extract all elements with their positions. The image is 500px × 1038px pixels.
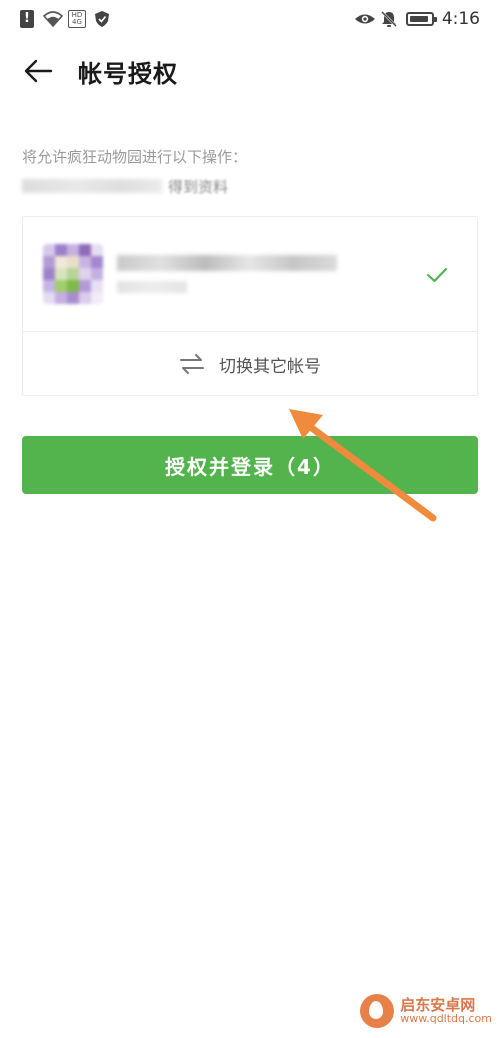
permission-item: 得到资料 <box>22 174 228 198</box>
account-card: 切换其它帐号 <box>22 216 478 396</box>
switch-account-button[interactable]: 切换其它帐号 <box>23 332 477 396</box>
switch-account-label: 切换其它帐号 <box>219 356 321 377</box>
watermark-url: www.qdltdq.com <box>400 1012 492 1026</box>
arrow-left-icon <box>24 59 53 83</box>
shield-icon <box>94 10 112 28</box>
check-icon <box>426 267 448 283</box>
watermark-text: 启东安卓网 www.qdltdq.com <box>400 997 492 1026</box>
hd-box-icon: HD 4G <box>68 10 86 28</box>
permission-intro: 将允许疯狂动物园进行以下操作： <box>22 148 248 166</box>
redacted-text <box>22 179 162 193</box>
redacted-account-name <box>117 255 337 271</box>
status-left-icons: HD4G <box>20 10 112 28</box>
status-bar: HD4G 4:16 <box>0 0 500 38</box>
back-button[interactable] <box>22 55 54 87</box>
authorize-login-button[interactable]: 授权并登录（4） <box>22 436 478 494</box>
status-right-icons: 4:16 <box>354 9 480 29</box>
redacted-account-detail <box>117 281 187 293</box>
alert-icon <box>20 10 34 28</box>
watermark-logo-icon <box>360 994 395 1028</box>
page-title: 帐号授权 <box>78 59 178 88</box>
avatar <box>43 244 103 304</box>
permission-item-text: 得到资料 <box>168 177 229 196</box>
status-time: 4:16 <box>441 9 480 29</box>
watermark-name: 启东安卓网 <box>400 995 476 1014</box>
eye-icon <box>354 10 375 28</box>
account-row[interactable] <box>23 217 477 331</box>
swap-arrows-icon <box>180 354 204 374</box>
mute-bell-icon <box>380 10 398 28</box>
battery-icon <box>405 12 437 26</box>
watermark: 启东安卓网 www.qdltdq.com <box>360 994 492 1028</box>
nav-bar: 帐号授权 <box>0 38 500 104</box>
wifi-icon <box>42 10 64 28</box>
account-info <box>117 255 337 293</box>
